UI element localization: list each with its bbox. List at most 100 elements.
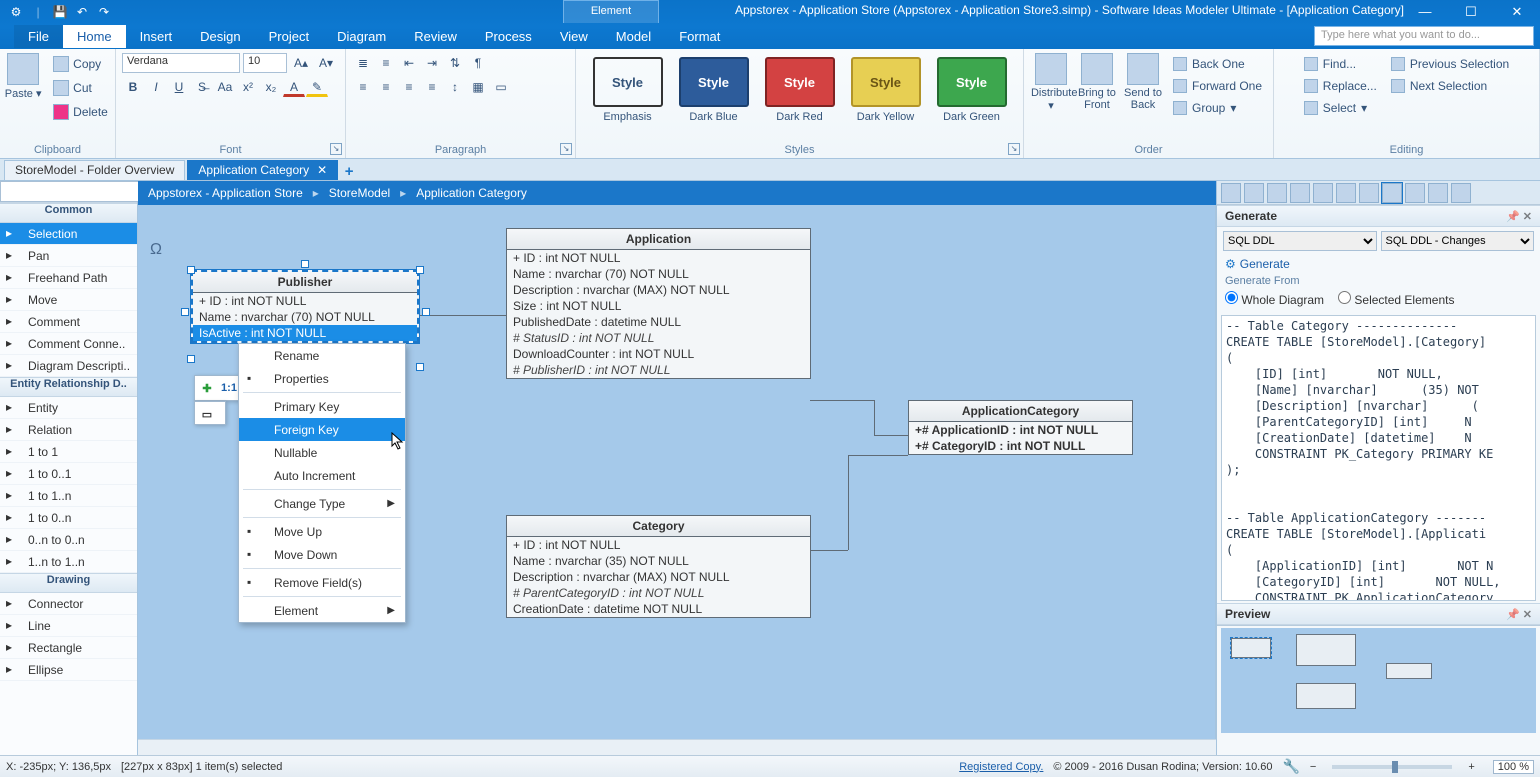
next-selection-button[interactable]: Next Selection (1387, 75, 1513, 97)
cut-button[interactable]: Cut (49, 77, 112, 99)
bold-button[interactable]: B (122, 77, 144, 97)
toolbox-item[interactable]: ▸0..n to 0..n (0, 529, 137, 551)
context-menu-item[interactable]: Foreign Key (239, 418, 405, 441)
zoom-in-button[interactable]: + (1468, 761, 1474, 773)
subscript-button[interactable]: x₂ (260, 77, 282, 97)
paste-button[interactable]: Paste ▾ (3, 53, 43, 100)
toolbox-item[interactable]: ▸Relation (0, 419, 137, 441)
context-menu-item[interactable]: Auto Increment (239, 464, 405, 487)
preview-panel-header[interactable]: Preview📌 ✕ (1217, 603, 1540, 625)
tab-view[interactable]: View (546, 25, 602, 48)
toolbox-item[interactable]: ▸Freehand Path (0, 267, 137, 289)
toolbox-item[interactable]: ▸Connector (0, 593, 137, 615)
generate-panel-header[interactable]: Generate📌 ✕ (1217, 205, 1540, 227)
inline-toolbar[interactable]: ✚ 1:1 (194, 375, 242, 401)
toolbox-item[interactable]: ▸1 to 1..n (0, 485, 137, 507)
sort-button[interactable]: ⇅ (444, 53, 466, 73)
paragraph-launcher[interactable]: ↘ (560, 143, 572, 155)
style-preset[interactable]: StyleDark Red (765, 53, 835, 123)
tab-design[interactable]: Design (186, 25, 254, 48)
rtb-icon[interactable] (1313, 183, 1333, 203)
selection-handle[interactable] (301, 260, 309, 268)
select-button[interactable]: Select ▾ (1300, 97, 1381, 119)
align-left-button[interactable]: ≡ (352, 77, 374, 97)
back-one-button[interactable]: Back One (1169, 53, 1266, 75)
italic-button[interactable]: I (145, 77, 167, 97)
selection-handle[interactable] (416, 266, 424, 274)
selected-field[interactable]: IsActive : int NOT NULL (193, 325, 417, 341)
zoom-value[interactable]: 100 % (1493, 760, 1534, 774)
h-scrollbar[interactable] (138, 739, 1216, 755)
prev-selection-button[interactable]: Previous Selection (1387, 53, 1513, 75)
delete-button[interactable]: Delete (49, 101, 112, 123)
rtb-icon[interactable] (1267, 183, 1287, 203)
selection-handle[interactable] (422, 308, 430, 316)
distribute-button[interactable]: Distribute ▾ (1031, 53, 1071, 112)
generated-code[interactable]: -- Table Category -------------- CREATE … (1221, 315, 1536, 601)
context-menu-item[interactable]: Change Type▶ (239, 492, 405, 515)
registration-link[interactable]: Registered Copy. (959, 761, 1043, 773)
selection-handle[interactable] (416, 363, 424, 371)
send-to-back-button[interactable]: Send to Back (1123, 53, 1163, 111)
font-color-button[interactable]: A (283, 77, 305, 97)
generate-lang-select[interactable]: SQL DDL (1223, 231, 1377, 251)
toolbox-cat-erd[interactable]: Entity Relationship D.. (0, 377, 137, 397)
underline-button[interactable]: U (168, 77, 190, 97)
tab-format[interactable]: Format (665, 25, 734, 48)
font-name[interactable]: Verdana (122, 53, 240, 73)
maximize-button[interactable]: ☐ (1448, 0, 1494, 23)
copy-button[interactable]: Copy (49, 53, 112, 75)
tab-review[interactable]: Review (400, 25, 471, 48)
rtb-icon[interactable] (1451, 183, 1471, 203)
grow-font-icon[interactable]: A▴ (290, 53, 312, 73)
diagram-preview[interactable] (1221, 628, 1536, 733)
find-button[interactable]: Find... (1300, 53, 1381, 75)
toolbox-item[interactable]: ▸1..n to 1..n (0, 551, 137, 573)
indent-button[interactable]: ⇥ (421, 53, 443, 73)
radio-selected-elements[interactable]: Selected Elements (1338, 291, 1454, 307)
toolbox-item[interactable]: ▸Entity (0, 397, 137, 419)
borders-button[interactable]: ▦ (467, 77, 489, 97)
selection-handle[interactable] (187, 266, 195, 274)
rtb-icon[interactable] (1359, 183, 1379, 203)
toolbox-item[interactable]: ▸Comment (0, 311, 137, 333)
save-icon[interactable]: 💾 (52, 4, 68, 20)
bring-to-front-button[interactable]: Bring to Front (1077, 53, 1117, 111)
contextual-tab-element[interactable]: Element (563, 0, 659, 23)
context-menu-item[interactable]: Primary Key (239, 395, 405, 418)
add-field-icon[interactable]: ✚ (197, 378, 217, 398)
breadcrumb-item[interactable]: Application Category (416, 186, 527, 200)
close-tab-icon[interactable]: ✕ (317, 163, 327, 177)
context-menu-item[interactable]: ▪Remove Field(s) (239, 571, 405, 594)
toolbox-search[interactable] (0, 181, 150, 202)
style-preset[interactable]: StyleEmphasis (593, 53, 663, 123)
rtb-icon[interactable] (1290, 183, 1310, 203)
replace-button[interactable]: Replace... (1300, 75, 1381, 97)
context-menu-item[interactable]: ▪Move Up (239, 520, 405, 543)
rtb-icon[interactable] (1405, 183, 1425, 203)
tab-file[interactable]: File (14, 25, 63, 48)
entity-application-category[interactable]: ApplicationCategory +# ApplicationID : i… (908, 400, 1133, 455)
toolbox-cat-common[interactable]: Common (0, 203, 137, 223)
entity-category[interactable]: Category + ID : int NOT NULL Name : nvar… (506, 515, 811, 618)
rtb-icon[interactable] (1221, 183, 1241, 203)
font-launcher[interactable]: ↘ (330, 143, 342, 155)
close-button[interactable]: ✕ (1494, 0, 1540, 23)
bullets-button[interactable]: ≣ (352, 53, 374, 73)
context-menu-item[interactable]: Element▶ (239, 599, 405, 622)
group-button[interactable]: Group ▾ (1169, 97, 1266, 119)
doc-tab-overview[interactable]: StoreModel - Folder Overview (4, 160, 185, 180)
entity-publisher[interactable]: Publisher + ID : int NOT NULL Name : nva… (191, 270, 419, 343)
rtb-icon[interactable] (1244, 183, 1264, 203)
selection-handle[interactable] (181, 308, 189, 316)
radio-whole-diagram[interactable]: Whole Diagram (1225, 291, 1324, 307)
rtb-icon[interactable] (1382, 183, 1402, 203)
settings-icon[interactable]: 🔧 (1282, 758, 1299, 775)
style-preset[interactable]: StyleDark Yellow (851, 53, 921, 123)
shading-button[interactable]: ▭ (490, 77, 512, 97)
toolbox-item[interactable]: ▸Rectangle (0, 637, 137, 659)
entity-application[interactable]: Application + ID : int NOT NULL Name : n… (506, 228, 811, 379)
toolbox-item[interactable]: ▸Selection (0, 223, 137, 245)
context-menu-item[interactable]: ▪Move Down (239, 543, 405, 566)
generate-button[interactable]: ⚙Generate (1217, 255, 1540, 273)
